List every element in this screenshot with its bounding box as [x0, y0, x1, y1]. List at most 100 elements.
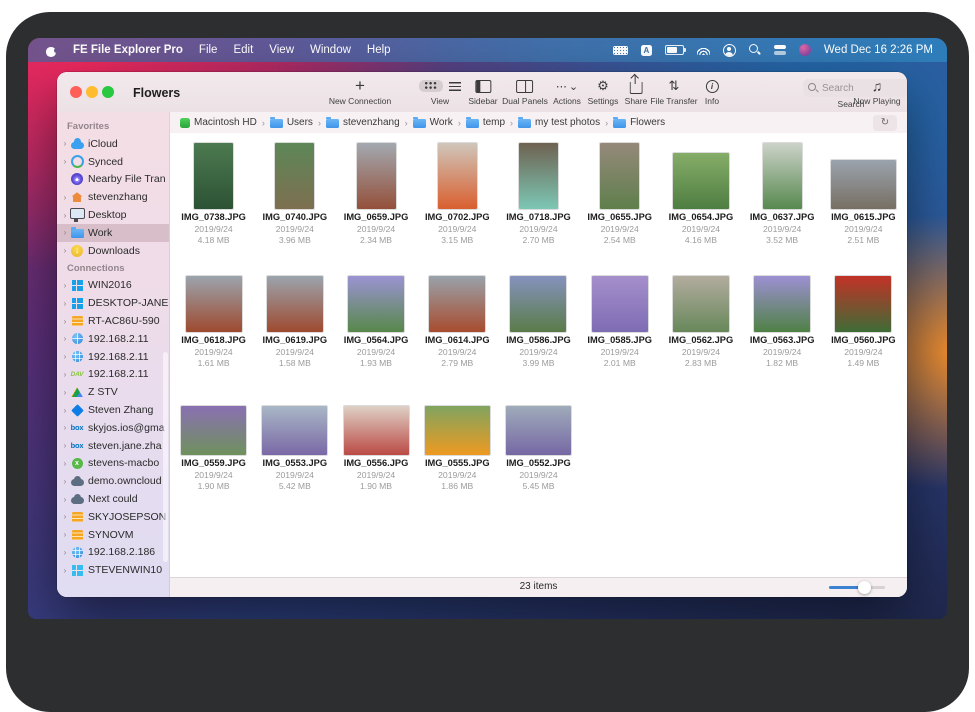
breadcrumb-item[interactable]: Flowers	[613, 117, 665, 128]
app-menu-title[interactable]: FE File Explorer Pro	[73, 44, 183, 56]
breadcrumb-item[interactable]: Work	[413, 117, 453, 128]
disclosure-chevron-icon[interactable]: ›	[61, 157, 69, 166]
disclosure-chevron-icon[interactable]: ›	[61, 211, 69, 220]
file-item[interactable]: IMG_0618.JPG2019/9/241.61 MB	[173, 261, 254, 384]
file-thumbnail[interactable]	[592, 276, 648, 332]
thumbnail-size-slider[interactable]	[829, 586, 885, 589]
sidebar-scrollbar[interactable]	[163, 352, 168, 562]
file-item[interactable]: IMG_0563.JPG2019/9/241.82 MB	[742, 261, 823, 384]
sidebar-item-192-168-2-11[interactable]: ›192.168.2.11	[57, 330, 169, 348]
file-item[interactable]: IMG_0655.JPG2019/9/242.54 MB	[579, 138, 660, 261]
file-thumbnail[interactable]	[600, 143, 639, 209]
sidebar-item-192-168-2-11[interactable]: ›DAV192.168.2.11	[57, 366, 169, 384]
file-thumbnail[interactable]	[831, 160, 896, 209]
zoom-button[interactable]	[102, 86, 114, 98]
file-item[interactable]: IMG_0637.JPG2019/9/243.52 MB	[742, 138, 823, 261]
sidebar-item-skyjosepson[interactable]: ›SKYJOSEPSON	[57, 508, 169, 526]
file-item[interactable]: IMG_0559.JPG2019/9/241.90 MB	[173, 384, 254, 507]
sidebar-item-desktop-jane[interactable]: ›DESKTOP-JANE	[57, 294, 169, 312]
file-thumbnail[interactable]	[506, 406, 571, 455]
sidebar-item-z-stv[interactable]: ›Z STV	[57, 383, 169, 401]
breadcrumb-item[interactable]: stevenzhang	[326, 117, 400, 128]
file-thumbnail[interactable]	[429, 276, 485, 332]
dual-panels-button[interactable]: Dual Panels	[502, 77, 548, 106]
disclosure-chevron-icon[interactable]: ›	[61, 477, 69, 486]
file-item[interactable]: IMG_0619.JPG2019/9/241.58 MB	[254, 261, 335, 384]
file-item[interactable]: IMG_0555.JPG2019/9/241.86 MB	[417, 384, 498, 507]
disclosure-chevron-icon[interactable]: ›	[61, 352, 69, 361]
disclosure-chevron-icon[interactable]: ›	[61, 228, 69, 237]
sidebar-item-steven-zhang[interactable]: ›Steven Zhang	[57, 401, 169, 419]
file-item[interactable]: IMG_0615.JPG2019/9/242.51 MB	[823, 138, 904, 261]
disclosure-chevron-icon[interactable]: ›	[61, 530, 69, 539]
sidebar-item-192-168-2-186[interactable]: ›192.168.2.186	[57, 544, 169, 562]
spotlight-icon[interactable]	[749, 44, 761, 56]
control-center-icon[interactable]	[774, 45, 786, 55]
file-thumbnail[interactable]	[181, 406, 246, 455]
disclosure-chevron-icon[interactable]: ›	[61, 388, 69, 397]
file-item[interactable]: IMG_0740.JPG2019/9/243.96 MB	[254, 138, 335, 261]
sidebar-item-192-168-2-11[interactable]: ›192.168.2.11	[57, 348, 169, 366]
file-thumbnail[interactable]	[267, 276, 323, 332]
file-thumbnail[interactable]	[425, 406, 490, 455]
sidebar-toggle-button[interactable]: Sidebar	[468, 77, 497, 106]
sidebar-item-synovm[interactable]: ›SYNOVM	[57, 526, 169, 544]
disclosure-chevron-icon[interactable]: ›	[61, 299, 69, 308]
list-view-icon[interactable]	[449, 82, 461, 91]
file-thumbnail[interactable]	[194, 143, 233, 209]
disclosure-chevron-icon[interactable]: ›	[61, 281, 69, 290]
file-thumbnail[interactable]	[673, 276, 729, 332]
close-button[interactable]	[70, 86, 82, 98]
file-thumbnail[interactable]	[344, 406, 409, 455]
apple-menu-icon[interactable]	[45, 44, 57, 57]
file-item[interactable]: IMG_0552.JPG2019/9/245.45 MB	[498, 384, 579, 507]
menu-item-file[interactable]: File	[199, 44, 218, 56]
sidebar-item-stevens-macbo[interactable]: ›xstevens-macbo	[57, 455, 169, 473]
sidebar-item-stevenwin10[interactable]: ›STEVENWIN10	[57, 561, 169, 579]
disclosure-chevron-icon[interactable]: ›	[61, 423, 69, 432]
sidebar-item-stevenzhang[interactable]: ›stevenzhang	[57, 188, 169, 206]
sidebar-item-skyjos-ios-gma[interactable]: ›boxskyjos.ios@gma	[57, 419, 169, 437]
info-button[interactable]: i Info	[705, 77, 719, 106]
keyboard-icon[interactable]	[613, 46, 628, 55]
menu-item-view[interactable]: View	[269, 44, 294, 56]
file-item[interactable]: IMG_0659.JPG2019/9/242.34 MB	[335, 138, 416, 261]
file-item[interactable]: IMG_0585.JPG2019/9/242.01 MB	[579, 261, 660, 384]
file-item[interactable]: IMG_0738.JPG2019/9/244.18 MB	[173, 138, 254, 261]
minimize-button[interactable]	[86, 86, 98, 98]
breadcrumb-item[interactable]: my test photos	[518, 117, 600, 128]
file-item[interactable]: IMG_0553.JPG2019/9/245.42 MB	[254, 384, 335, 507]
disclosure-chevron-icon[interactable]: ›	[61, 334, 69, 343]
sidebar-item-synced[interactable]: ›Synced	[57, 153, 169, 171]
sidebar-item-steven-jane-zha[interactable]: ›boxsteven.jane.zha	[57, 437, 169, 455]
view-switcher[interactable]: View	[419, 77, 461, 106]
file-thumbnail[interactable]	[262, 406, 327, 455]
file-item[interactable]: IMG_0560.JPG2019/9/241.49 MB	[823, 261, 904, 384]
settings-button[interactable]: ⚙ Settings	[588, 77, 619, 106]
file-item[interactable]: IMG_0556.JPG2019/9/241.90 MB	[335, 384, 416, 507]
refresh-button[interactable]: ↻	[873, 115, 897, 131]
disclosure-chevron-icon[interactable]: ›	[61, 441, 69, 450]
file-thumbnail[interactable]	[275, 143, 314, 209]
file-item[interactable]: IMG_0614.JPG2019/9/242.79 MB	[417, 261, 498, 384]
sidebar-item-win2016[interactable]: ›WIN2016	[57, 277, 169, 295]
sidebar-item-icloud[interactable]: ›iCloud	[57, 135, 169, 153]
disclosure-chevron-icon[interactable]: ›	[61, 139, 69, 148]
disclosure-chevron-icon[interactable]: ›	[61, 512, 69, 521]
new-connection-button[interactable]: + New Connection	[329, 77, 391, 106]
file-thumbnail[interactable]	[438, 143, 477, 209]
file-item[interactable]: IMG_0718.JPG2019/9/242.70 MB	[498, 138, 579, 261]
grid-view-button[interactable]	[419, 80, 443, 92]
disclosure-chevron-icon[interactable]: ›	[61, 566, 69, 575]
file-thumbnail[interactable]	[835, 276, 891, 332]
disclosure-chevron-icon[interactable]: ›	[61, 246, 69, 255]
breadcrumb-item[interactable]: Macintosh HD	[180, 117, 257, 128]
disclosure-chevron-icon[interactable]: ›	[61, 193, 69, 202]
sidebar-item-next-could[interactable]: ›Next could	[57, 490, 169, 508]
disclosure-chevron-icon[interactable]: ›	[61, 548, 69, 557]
file-item[interactable]: IMG_0562.JPG2019/9/242.83 MB	[660, 261, 741, 384]
menu-item-window[interactable]: Window	[310, 44, 351, 56]
actions-button[interactable]: ⋯⌄ Actions	[553, 77, 581, 106]
disclosure-chevron-icon[interactable]: ›	[61, 317, 69, 326]
sidebar-item-desktop[interactable]: ›Desktop	[57, 206, 169, 224]
